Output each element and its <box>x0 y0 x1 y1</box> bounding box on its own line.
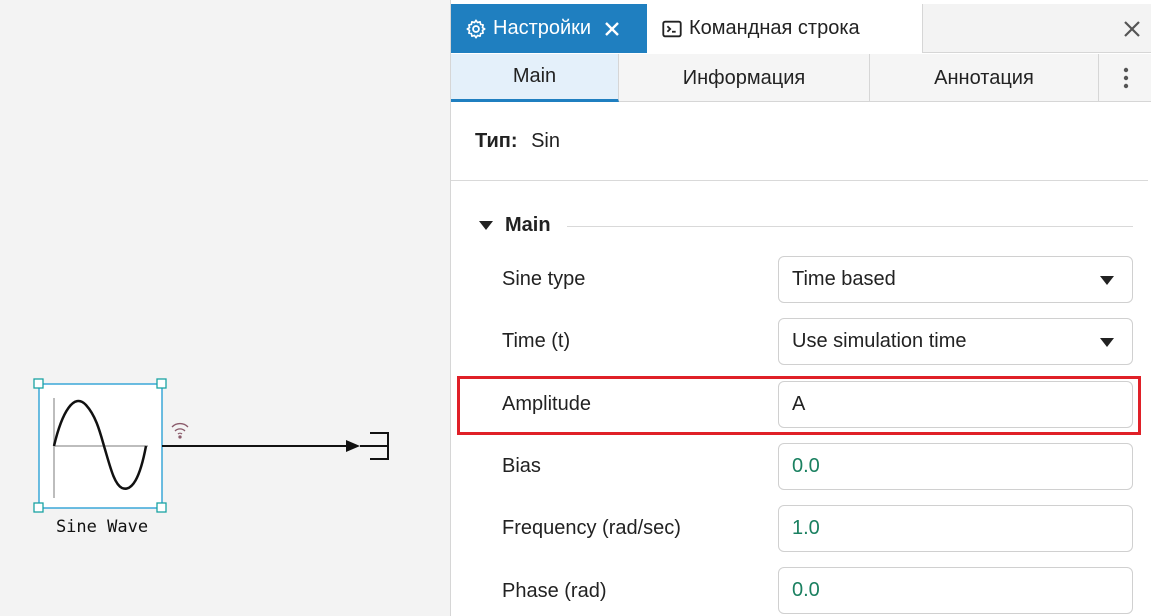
tab-settings-label: Настройки <box>493 17 592 39</box>
tab-command-line-label: Командная строка <box>689 17 860 39</box>
signal-connection[interactable] <box>162 440 360 452</box>
resize-handle[interactable] <box>156 502 167 513</box>
properties-panel: Настройки Командная строка Main Информац… <box>450 0 1151 616</box>
bias-input[interactable]: 0.0 <box>778 443 1133 490</box>
terminal-icon <box>662 20 682 37</box>
section-divider <box>567 226 1133 227</box>
divider <box>451 180 1148 181</box>
gear-icon <box>466 18 486 39</box>
terminator-block[interactable] <box>360 432 389 460</box>
sine-wave-block[interactable] <box>33 378 167 513</box>
sine-type-label: Sine type <box>502 268 586 290</box>
more-vertical-icon <box>1123 67 1128 89</box>
panel-close-icon[interactable] <box>1120 17 1144 41</box>
section-main-title: Main <box>505 214 551 236</box>
dropdown-arrow-icon <box>1100 276 1114 285</box>
panel-tab-bar: Настройки Командная строка <box>451 4 1151 53</box>
subtab-annotation[interactable]: Аннотация <box>870 54 1099 102</box>
bias-label: Bias <box>502 455 541 477</box>
signal-icon <box>171 422 189 439</box>
tab-command-line[interactable]: Командная строка <box>647 4 923 53</box>
dropdown-arrow-icon <box>1100 338 1114 347</box>
amplitude-highlight-frame <box>457 376 1141 435</box>
frequency-label: Frequency (rad/sec) <box>502 517 681 539</box>
time-value: Use simulation time <box>792 330 967 352</box>
sine-type-select[interactable]: Time based <box>778 256 1133 303</box>
type-key: Тип: <box>475 130 518 152</box>
resize-handle[interactable] <box>33 502 44 513</box>
sine-type-value: Time based <box>792 268 896 290</box>
subtab-main[interactable]: Main <box>451 54 619 102</box>
resize-handle[interactable] <box>33 378 44 389</box>
block-type-row: Тип: Sin <box>475 130 560 153</box>
subtab-information[interactable]: Информация <box>619 54 870 102</box>
block-label: Sine Wave <box>55 517 149 537</box>
subtab-bar: Main Информация Аннотация <box>451 54 1151 102</box>
more-menu-button[interactable] <box>1099 54 1151 102</box>
time-select[interactable]: Use simulation time <box>778 318 1133 365</box>
collapse-arrow-icon <box>479 220 493 230</box>
phase-label: Phase (rad) <box>502 580 607 602</box>
resize-handle[interactable] <box>156 378 167 389</box>
tab-settings[interactable]: Настройки <box>451 4 647 53</box>
phase-input[interactable]: 0.0 <box>778 567 1133 614</box>
time-label: Time (t) <box>502 330 571 352</box>
section-main-header[interactable]: Main <box>479 214 551 237</box>
model-canvas[interactable]: Sine Wave <box>0 0 450 616</box>
frequency-input[interactable]: 1.0 <box>778 505 1133 552</box>
close-icon[interactable] <box>603 20 621 38</box>
type-value: Sin <box>531 130 560 152</box>
